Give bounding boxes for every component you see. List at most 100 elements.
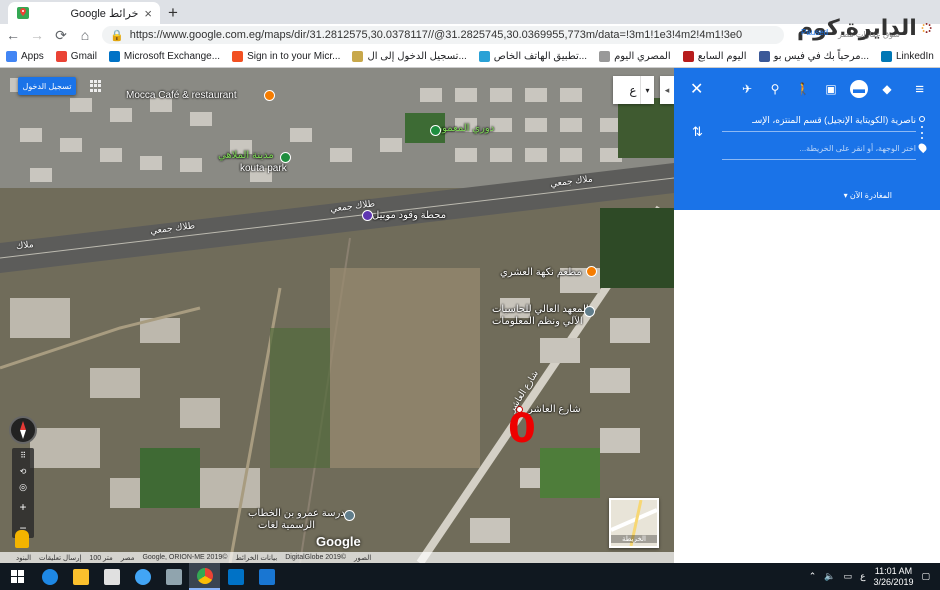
close-icon[interactable]: ✕	[690, 79, 703, 99]
notepad-icon[interactable]	[251, 563, 282, 590]
file-explorer-icon[interactable]	[65, 563, 96, 590]
poi-label[interactable]: المعهد العالي للحاسبات	[492, 304, 589, 315]
school-icon[interactable]	[584, 306, 595, 317]
ie-icon[interactable]	[127, 563, 158, 590]
tilt-icon[interactable]: ⠿	[20, 451, 26, 460]
poi-label[interactable]: دوري المعمورة	[432, 123, 494, 134]
google-apps-icon[interactable]	[90, 80, 102, 92]
clock-date: 3/26/2019	[873, 576, 914, 587]
bookmark-item[interactable]: LinkedIn	[880, 51, 934, 62]
outlook-icon[interactable]	[220, 563, 251, 590]
address-bar[interactable]: 🔒 https://www.google.com.eg/maps/dir/31.…	[102, 26, 784, 44]
bookmark-item[interactable]: مرحباً بك في فيس بو...	[758, 51, 869, 62]
bookmark-item[interactable]: تسجيل الدخول إلى ال...	[352, 51, 467, 62]
paused-label: Paused	[801, 28, 829, 37]
best-route-icon[interactable]: ◆	[878, 80, 896, 98]
google-watermark: Google	[316, 534, 361, 549]
bookmark-label: مرحباً بك في فيس بو...	[773, 51, 869, 62]
compass-icon[interactable]	[9, 416, 37, 444]
edge-icon[interactable]	[34, 563, 65, 590]
clock[interactable]: 11:01 AM 3/26/2019	[873, 566, 913, 588]
poi-label[interactable]: الآلي ونظم المعلومات	[492, 316, 583, 327]
map-layer-toggle[interactable]: الخريطة	[609, 498, 659, 548]
search-dropdown-icon[interactable]: ▾	[640, 76, 654, 104]
language-indicator[interactable]: ع	[860, 571, 865, 582]
sign-in-button[interactable]: تسجيل الدخول	[18, 77, 76, 95]
swap-icon[interactable]: ⇅	[692, 124, 703, 140]
bookmark-item[interactable]: Microsoft Exchange...	[108, 51, 221, 62]
poi-label[interactable]: محطة وقود موبيل	[372, 210, 446, 221]
bookmarks-bar: Apps Gmail Microsoft Exchange... Sign in to…	[0, 46, 940, 68]
bookmark-item[interactable]: Gmail	[55, 51, 97, 62]
gas-station-icon[interactable]	[362, 210, 373, 221]
park-icon[interactable]	[430, 125, 441, 136]
bookmark-item[interactable]: المصري اليوم	[599, 51, 671, 62]
url-text: https://www.google.com.eg/maps/dir/31.28…	[129, 29, 743, 41]
pegman-icon[interactable]	[15, 530, 29, 548]
walk-icon[interactable]: 🚶	[794, 80, 812, 98]
windows-icon	[10, 570, 24, 583]
tray-chevron-icon[interactable]: ⌃	[809, 571, 817, 582]
annotation-marker: 0	[508, 406, 536, 452]
school-icon[interactable]	[344, 510, 355, 521]
volume-icon[interactable]: 🔈	[824, 571, 835, 582]
attribution-item[interactable]: مصر	[121, 554, 135, 562]
collapse-panel-button[interactable]: ◂	[660, 76, 674, 104]
bookmark-item[interactable]: Apps	[6, 51, 44, 62]
bicycle-icon[interactable]: ⚲	[766, 80, 784, 98]
poi-label[interactable]: مدينة الملاهي	[218, 150, 274, 161]
poi-label[interactable]: kouta park	[240, 163, 287, 174]
attribution-item[interactable]: إرسال تعليقات	[39, 554, 81, 562]
poi-label[interactable]: مدرسة عمرو بن الخطاب	[248, 508, 351, 519]
destination-field[interactable]: اختر الوجهة، أو انقر على الخريطة...	[722, 138, 916, 160]
new-tab-button[interactable]: +	[168, 3, 178, 23]
menu-icon[interactable]: ≡	[915, 81, 924, 98]
directions-header: ✕ ✈ ⚲ 🚶 ▣ ▬ ◆ ≡ ⇅ ناصرية (الكويتاية الإن…	[674, 68, 940, 210]
attribution-item[interactable]: بيانات الخرائط	[235, 554, 277, 562]
reload-icon[interactable]: ⟳	[54, 27, 68, 44]
gov-icon	[352, 51, 364, 62]
remote-desktop-icon[interactable]	[158, 563, 189, 590]
youm7-icon	[682, 51, 694, 62]
attribution-item[interactable]: 100 متر	[89, 554, 112, 562]
chrome-icon[interactable]	[189, 563, 220, 590]
close-icon[interactable]: ×	[144, 6, 152, 21]
bookmark-label: Microsoft Exchange...	[123, 51, 221, 62]
forward-icon[interactable]: →	[30, 27, 44, 43]
satellite-map[interactable]: تسجيل الدخول ع ▾ ◂ Mocca Café & restaura…	[0, 68, 674, 563]
store-icon[interactable]	[96, 563, 127, 590]
logo-subtitle: سوق عقارات مصر	[838, 30, 900, 39]
car-icon[interactable]: ▬	[850, 80, 868, 98]
amusement-park-icon[interactable]	[280, 152, 291, 163]
attribution-item[interactable]: الصور	[354, 554, 371, 562]
airplane-icon[interactable]: ✈	[738, 80, 756, 98]
zoom-in-button[interactable]: +	[19, 500, 26, 514]
site-logo: الدايرة.كوم Paused	[797, 8, 932, 48]
logo-icon	[921, 22, 932, 34]
restaurant-icon[interactable]	[586, 266, 597, 277]
my-location-icon[interactable]: ◎	[19, 482, 27, 493]
home-icon[interactable]: ⌂	[78, 27, 92, 43]
restaurant-icon[interactable]	[264, 90, 275, 101]
poi-label[interactable]: شارع العاشر	[528, 404, 581, 415]
depart-now-dropdown[interactable]: المغادرة الآن ▾	[674, 191, 940, 200]
poi-label[interactable]: الرسمية لغات	[258, 520, 315, 531]
attribution-item[interactable]: البنود	[16, 554, 31, 562]
attribution-item[interactable]: Google, ORION-ME 2019©	[142, 554, 227, 561]
network-icon[interactable]: ▭	[844, 571, 853, 582]
bookmark-item[interactable]: Sign in to your Micr...	[232, 51, 340, 62]
map-layer-label: الخريطة	[611, 535, 657, 543]
poi-label[interactable]: مطعم نكهة العشري	[500, 267, 582, 278]
origin-field[interactable]: ناصرية (الكويتاية الإنجيل) قسم المنتزه، …	[722, 110, 916, 132]
windows-taskbar: ⌃ 🔈 ▭ ع 11:01 AM 3/26/2019 ▢	[0, 563, 940, 590]
browser-tab[interactable]: خرائط Google ×	[8, 2, 160, 24]
notification-icon[interactable]: ▢	[921, 571, 930, 582]
bookmark-item[interactable]: اليوم السابع	[682, 51, 747, 62]
poi-label[interactable]: Mocca Café & restaurant	[126, 90, 237, 101]
rotate-icon[interactable]: ⟲	[20, 467, 27, 476]
back-icon[interactable]: ←	[6, 27, 20, 43]
bookmark-item[interactable]: تطبيق الهاتف الخاص...	[478, 51, 587, 62]
transit-icon[interactable]: ▣	[822, 80, 840, 98]
start-button[interactable]	[0, 563, 34, 590]
attribution-item[interactable]: DigitalGlobe 2019©	[285, 554, 346, 561]
